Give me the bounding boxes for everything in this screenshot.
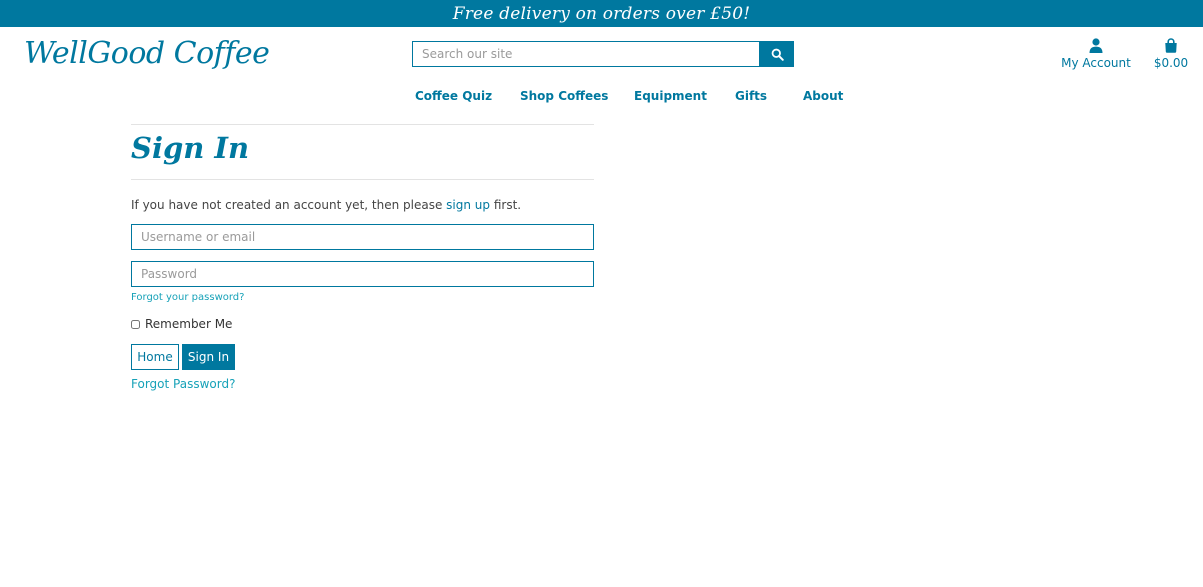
promo-banner: Free delivery on orders over £50!	[0, 0, 1203, 27]
search-input[interactable]	[412, 41, 760, 67]
remember-me: Remember Me	[131, 317, 232, 331]
shopping-bag-icon	[1165, 38, 1177, 53]
my-account-link[interactable]: My Account	[1060, 38, 1132, 70]
signup-prompt-text: If you have not created an account yet, …	[131, 198, 447, 212]
remember-me-label: Remember Me	[145, 317, 233, 331]
nav-about[interactable]: About	[803, 89, 843, 103]
nav-gifts[interactable]: Gifts	[735, 89, 767, 103]
search-button[interactable]	[760, 41, 794, 67]
password-field[interactable]	[131, 261, 594, 287]
signup-prompt: If you have not created an account yet, …	[131, 198, 521, 212]
forgot-password-small-link[interactable]: Forgot your password?	[131, 292, 244, 303]
nav-equipment[interactable]: Equipment	[634, 89, 707, 103]
site-logo[interactable]: WellGood Coffee	[24, 36, 270, 71]
forgot-password-link[interactable]: Forgot Password?	[131, 377, 235, 391]
my-account-label: My Account	[1061, 56, 1131, 70]
page-title: Sign In	[131, 131, 250, 165]
remember-me-checkbox[interactable]	[131, 319, 140, 329]
cart-total: $0.00	[1153, 56, 1189, 70]
sign-up-link[interactable]: sign up	[446, 198, 490, 212]
search-bar	[412, 41, 794, 67]
signup-prompt-suffix: first.	[490, 198, 522, 212]
cart-link[interactable]: $0.00	[1150, 38, 1192, 70]
search-icon	[771, 48, 784, 61]
nav-shop-coffees[interactable]: Shop Coffees	[520, 89, 608, 103]
user-icon	[1089, 38, 1103, 53]
title-divider-top	[131, 124, 594, 125]
home-button[interactable]: Home	[131, 344, 179, 370]
main-nav: Coffee Quiz Shop Coffees Equipment Gifts…	[0, 89, 1203, 105]
nav-coffee-quiz[interactable]: Coffee Quiz	[415, 89, 492, 103]
promo-text: Free delivery on orders over £50!	[452, 3, 751, 24]
sign-in-button[interactable]: Sign In	[182, 344, 235, 370]
username-field[interactable]	[131, 224, 594, 250]
title-divider-bottom	[131, 179, 594, 180]
